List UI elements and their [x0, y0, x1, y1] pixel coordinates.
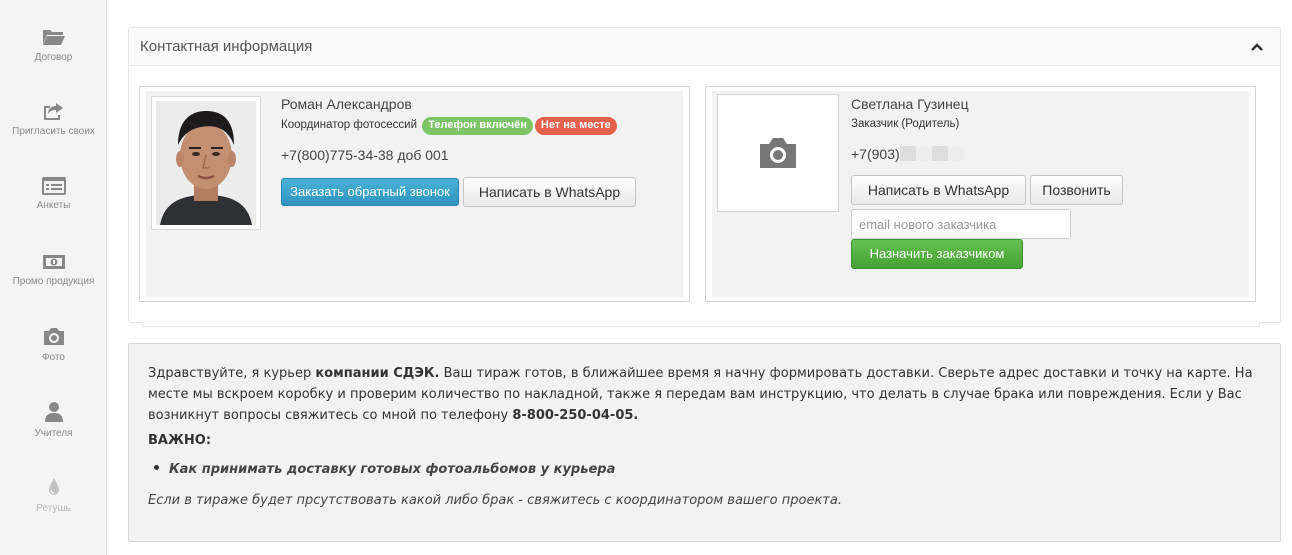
- customer-name: Светлана Гузинец: [851, 96, 969, 112]
- status-badge-absent: Нет на месте: [534, 117, 617, 135]
- customer-role: Заказчик (Родитель): [851, 118, 960, 130]
- sidebar-item-label: Фото: [42, 352, 65, 363]
- list-item[interactable]: Как принимать доставку готовых фотоальбо…: [154, 462, 615, 477]
- call-button[interactable]: Позвонить: [1030, 175, 1123, 205]
- bullet-icon: [154, 465, 159, 470]
- coordinator-role: Координатор фотосессий: [281, 119, 418, 131]
- delivery-instructions-link[interactable]: Как принимать доставку готовых фотоальбо…: [169, 462, 615, 477]
- defect-note: Если в тираже будет прсутствовать какой …: [148, 493, 842, 508]
- sidebar-item-contract[interactable]: Договор: [0, 27, 107, 63]
- message-part: Здравствуйте, я курьер: [148, 366, 316, 381]
- camera-icon: [760, 138, 796, 168]
- important-heading: ВАЖНО:: [148, 433, 212, 448]
- sidebar-item-label: Ретушь: [36, 503, 71, 514]
- money-icon: [42, 255, 65, 269]
- coordinator-role-row: Координатор фотосессий Телефон включён Не…: [281, 117, 617, 135]
- courier-phone: 8-800-250-04-05.: [512, 408, 639, 423]
- courier-message-text: Здравствуйте, я курьер компании СДЭК. Ва…: [148, 363, 1258, 426]
- courier-message: Здравствуйте, я курьер компании СДЭК. Ва…: [128, 343, 1281, 542]
- folder-icon: [42, 30, 65, 45]
- contact-panel: Контактная информация Роман Александров …: [128, 27, 1281, 327]
- drop-icon: [48, 478, 59, 495]
- panel-header: Контактная информация: [129, 28, 1280, 66]
- coordinator-card: Роман Александров Координатор фотосессий…: [139, 86, 690, 302]
- sidebar-item-label: Промо продукция: [12, 276, 95, 287]
- phone-redaction: [899, 146, 964, 161]
- sidebar-item-retouch[interactable]: Ретушь: [0, 476, 107, 514]
- customer-whatsapp-button[interactable]: Написать в WhatsApp: [851, 175, 1026, 205]
- status-badge-phone-on: Телефон включён: [422, 117, 533, 135]
- coordinator-phone: +7(800)775-34-38 доб 001: [281, 147, 449, 163]
- customer-phone-prefix: +7(903): [851, 146, 900, 162]
- customer-phone: +7(903): [851, 146, 964, 162]
- panel-divider: [142, 322, 1260, 327]
- company-name: компании СДЭК.: [315, 366, 440, 381]
- whatsapp-button[interactable]: Написать в WhatsApp: [463, 177, 636, 207]
- sidebar-item-invite[interactable]: Пригласить своих: [0, 101, 107, 137]
- panel-title: Контактная информация: [140, 38, 313, 55]
- camera-icon: [43, 328, 64, 345]
- assign-customer-button[interactable]: Назначить заказчиком: [851, 239, 1023, 269]
- sidebar-item-teachers[interactable]: Учителя: [0, 401, 107, 439]
- coordinator-card-body: Роман Александров Координатор фотосессий…: [146, 91, 683, 297]
- coordinator-name: Роман Александров: [281, 96, 412, 112]
- customer-photo-placeholder[interactable]: [717, 94, 839, 212]
- user-icon: [44, 402, 63, 422]
- share-icon: [43, 103, 63, 120]
- person-portrait: [156, 101, 256, 225]
- customer-card: Светлана Гузинец Заказчик (Родитель) +7(…: [705, 86, 1256, 302]
- list-icon: [41, 177, 66, 195]
- sidebar-item-label: Пригласить своих: [12, 126, 95, 137]
- coordinator-photo: [151, 96, 261, 230]
- chevron-up-icon[interactable]: [1250, 40, 1264, 54]
- sidebar-item-label: Договор: [34, 52, 73, 63]
- sidebar-item-label: Анкеты: [36, 200, 71, 211]
- sidebar-item-forms[interactable]: Анкеты: [0, 177, 107, 211]
- email-field[interactable]: [851, 209, 1071, 239]
- customer-card-body: Светлана Гузинец Заказчик (Родитель) +7(…: [712, 91, 1249, 297]
- sidebar-item-photo[interactable]: Фото: [0, 325, 107, 363]
- sidebar: Договор Пригласить своих Анкеты Промо пр…: [0, 0, 107, 555]
- callback-button[interactable]: Заказать обратный звонок: [281, 178, 459, 206]
- sidebar-item-promo[interactable]: Промо продукция: [0, 253, 107, 287]
- sidebar-item-label: Учителя: [34, 428, 73, 439]
